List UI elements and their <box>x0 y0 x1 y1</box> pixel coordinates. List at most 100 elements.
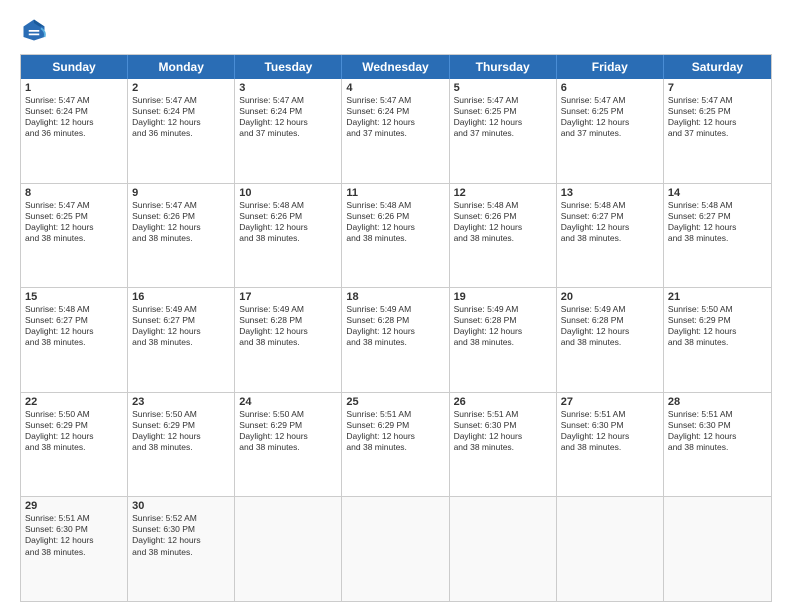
day-number: 20 <box>561 291 659 303</box>
cell-info: Sunrise: 5:50 AM Sunset: 6:29 PM Dayligh… <box>239 409 337 453</box>
logo-icon <box>20 16 48 44</box>
cell-info: Sunrise: 5:48 AM Sunset: 6:26 PM Dayligh… <box>454 200 552 244</box>
calendar-cell-10: 10Sunrise: 5:48 AM Sunset: 6:26 PM Dayli… <box>235 184 342 288</box>
calendar-cell-19: 19Sunrise: 5:49 AM Sunset: 6:28 PM Dayli… <box>450 288 557 392</box>
calendar-body: 1Sunrise: 5:47 AM Sunset: 6:24 PM Daylig… <box>21 79 771 601</box>
calendar: SundayMondayTuesdayWednesdayThursdayFrid… <box>20 54 772 602</box>
day-number: 9 <box>132 187 230 199</box>
calendar-cell-empty <box>664 497 771 601</box>
cell-info: Sunrise: 5:48 AM Sunset: 6:27 PM Dayligh… <box>25 304 123 348</box>
day-number: 12 <box>454 187 552 199</box>
day-number: 30 <box>132 500 230 512</box>
header-day-monday: Monday <box>128 55 235 79</box>
cell-info: Sunrise: 5:49 AM Sunset: 6:28 PM Dayligh… <box>239 304 337 348</box>
day-number: 13 <box>561 187 659 199</box>
calendar-cell-21: 21Sunrise: 5:50 AM Sunset: 6:29 PM Dayli… <box>664 288 771 392</box>
day-number: 21 <box>668 291 767 303</box>
day-number: 11 <box>346 187 444 199</box>
cell-info: Sunrise: 5:48 AM Sunset: 6:26 PM Dayligh… <box>346 200 444 244</box>
page: SundayMondayTuesdayWednesdayThursdayFrid… <box>0 0 792 612</box>
calendar-cell-1: 1Sunrise: 5:47 AM Sunset: 6:24 PM Daylig… <box>21 79 128 183</box>
cell-info: Sunrise: 5:49 AM Sunset: 6:28 PM Dayligh… <box>454 304 552 348</box>
day-number: 29 <box>25 500 123 512</box>
calendar-cell-empty <box>450 497 557 601</box>
calendar-row-0: 1Sunrise: 5:47 AM Sunset: 6:24 PM Daylig… <box>21 79 771 184</box>
calendar-row-2: 15Sunrise: 5:48 AM Sunset: 6:27 PM Dayli… <box>21 288 771 393</box>
cell-info: Sunrise: 5:48 AM Sunset: 6:27 PM Dayligh… <box>561 200 659 244</box>
cell-info: Sunrise: 5:47 AM Sunset: 6:24 PM Dayligh… <box>239 95 337 139</box>
day-number: 27 <box>561 396 659 408</box>
cell-info: Sunrise: 5:47 AM Sunset: 6:25 PM Dayligh… <box>454 95 552 139</box>
cell-info: Sunrise: 5:47 AM Sunset: 6:24 PM Dayligh… <box>132 95 230 139</box>
calendar-row-1: 8Sunrise: 5:47 AM Sunset: 6:25 PM Daylig… <box>21 184 771 289</box>
calendar-cell-25: 25Sunrise: 5:51 AM Sunset: 6:29 PM Dayli… <box>342 393 449 497</box>
day-number: 22 <box>25 396 123 408</box>
day-number: 26 <box>454 396 552 408</box>
day-number: 24 <box>239 396 337 408</box>
calendar-cell-15: 15Sunrise: 5:48 AM Sunset: 6:27 PM Dayli… <box>21 288 128 392</box>
cell-info: Sunrise: 5:48 AM Sunset: 6:26 PM Dayligh… <box>239 200 337 244</box>
header-day-thursday: Thursday <box>450 55 557 79</box>
day-number: 25 <box>346 396 444 408</box>
day-number: 17 <box>239 291 337 303</box>
cell-info: Sunrise: 5:50 AM Sunset: 6:29 PM Dayligh… <box>668 304 767 348</box>
header-day-saturday: Saturday <box>664 55 771 79</box>
calendar-cell-7: 7Sunrise: 5:47 AM Sunset: 6:25 PM Daylig… <box>664 79 771 183</box>
calendar-cell-6: 6Sunrise: 5:47 AM Sunset: 6:25 PM Daylig… <box>557 79 664 183</box>
cell-info: Sunrise: 5:47 AM Sunset: 6:25 PM Dayligh… <box>668 95 767 139</box>
cell-info: Sunrise: 5:52 AM Sunset: 6:30 PM Dayligh… <box>132 513 230 557</box>
calendar-cell-9: 9Sunrise: 5:47 AM Sunset: 6:26 PM Daylig… <box>128 184 235 288</box>
day-number: 2 <box>132 82 230 94</box>
calendar-cell-12: 12Sunrise: 5:48 AM Sunset: 6:26 PM Dayli… <box>450 184 557 288</box>
calendar-cell-20: 20Sunrise: 5:49 AM Sunset: 6:28 PM Dayli… <box>557 288 664 392</box>
calendar-cell-30: 30Sunrise: 5:52 AM Sunset: 6:30 PM Dayli… <box>128 497 235 601</box>
day-number: 5 <box>454 82 552 94</box>
calendar-cell-empty <box>235 497 342 601</box>
day-number: 4 <box>346 82 444 94</box>
day-number: 10 <box>239 187 337 199</box>
calendar-cell-18: 18Sunrise: 5:49 AM Sunset: 6:28 PM Dayli… <box>342 288 449 392</box>
calendar-cell-16: 16Sunrise: 5:49 AM Sunset: 6:27 PM Dayli… <box>128 288 235 392</box>
cell-info: Sunrise: 5:47 AM Sunset: 6:26 PM Dayligh… <box>132 200 230 244</box>
calendar-cell-5: 5Sunrise: 5:47 AM Sunset: 6:25 PM Daylig… <box>450 79 557 183</box>
day-number: 14 <box>668 187 767 199</box>
cell-info: Sunrise: 5:51 AM Sunset: 6:30 PM Dayligh… <box>561 409 659 453</box>
cell-info: Sunrise: 5:50 AM Sunset: 6:29 PM Dayligh… <box>25 409 123 453</box>
cell-info: Sunrise: 5:51 AM Sunset: 6:30 PM Dayligh… <box>668 409 767 453</box>
header <box>20 16 772 44</box>
header-day-wednesday: Wednesday <box>342 55 449 79</box>
day-number: 3 <box>239 82 337 94</box>
calendar-cell-29: 29Sunrise: 5:51 AM Sunset: 6:30 PM Dayli… <box>21 497 128 601</box>
cell-info: Sunrise: 5:51 AM Sunset: 6:30 PM Dayligh… <box>25 513 123 557</box>
calendar-cell-23: 23Sunrise: 5:50 AM Sunset: 6:29 PM Dayli… <box>128 393 235 497</box>
calendar-row-4: 29Sunrise: 5:51 AM Sunset: 6:30 PM Dayli… <box>21 497 771 601</box>
calendar-cell-empty <box>557 497 664 601</box>
calendar-row-3: 22Sunrise: 5:50 AM Sunset: 6:29 PM Dayli… <box>21 393 771 498</box>
calendar-cell-24: 24Sunrise: 5:50 AM Sunset: 6:29 PM Dayli… <box>235 393 342 497</box>
cell-info: Sunrise: 5:47 AM Sunset: 6:24 PM Dayligh… <box>25 95 123 139</box>
day-number: 19 <box>454 291 552 303</box>
cell-info: Sunrise: 5:48 AM Sunset: 6:27 PM Dayligh… <box>668 200 767 244</box>
day-number: 8 <box>25 187 123 199</box>
day-number: 28 <box>668 396 767 408</box>
header-day-friday: Friday <box>557 55 664 79</box>
calendar-cell-17: 17Sunrise: 5:49 AM Sunset: 6:28 PM Dayli… <box>235 288 342 392</box>
calendar-cell-3: 3Sunrise: 5:47 AM Sunset: 6:24 PM Daylig… <box>235 79 342 183</box>
calendar-cell-4: 4Sunrise: 5:47 AM Sunset: 6:24 PM Daylig… <box>342 79 449 183</box>
day-number: 23 <box>132 396 230 408</box>
cell-info: Sunrise: 5:47 AM Sunset: 6:24 PM Dayligh… <box>346 95 444 139</box>
calendar-cell-8: 8Sunrise: 5:47 AM Sunset: 6:25 PM Daylig… <box>21 184 128 288</box>
day-number: 18 <box>346 291 444 303</box>
cell-info: Sunrise: 5:49 AM Sunset: 6:28 PM Dayligh… <box>346 304 444 348</box>
cell-info: Sunrise: 5:47 AM Sunset: 6:25 PM Dayligh… <box>561 95 659 139</box>
calendar-cell-27: 27Sunrise: 5:51 AM Sunset: 6:30 PM Dayli… <box>557 393 664 497</box>
calendar-cell-22: 22Sunrise: 5:50 AM Sunset: 6:29 PM Dayli… <box>21 393 128 497</box>
calendar-cell-empty <box>342 497 449 601</box>
header-day-tuesday: Tuesday <box>235 55 342 79</box>
cell-info: Sunrise: 5:49 AM Sunset: 6:28 PM Dayligh… <box>561 304 659 348</box>
calendar-cell-13: 13Sunrise: 5:48 AM Sunset: 6:27 PM Dayli… <box>557 184 664 288</box>
calendar-cell-2: 2Sunrise: 5:47 AM Sunset: 6:24 PM Daylig… <box>128 79 235 183</box>
day-number: 15 <box>25 291 123 303</box>
header-day-sunday: Sunday <box>21 55 128 79</box>
day-number: 6 <box>561 82 659 94</box>
